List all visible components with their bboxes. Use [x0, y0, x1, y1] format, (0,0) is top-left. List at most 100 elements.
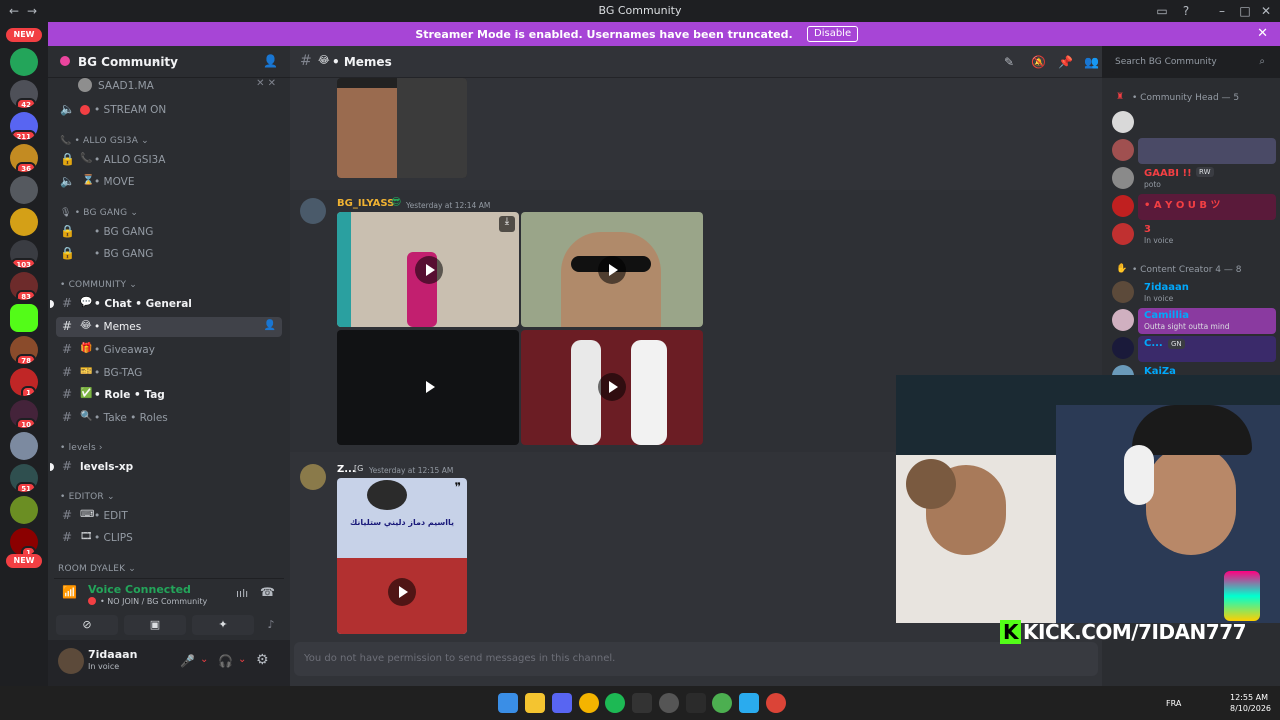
channel-allo[interactable]: 🔒 📞 • ALLO GSI3A	[56, 150, 282, 170]
guild-header[interactable]: BG Community ⌄ 👤	[48, 46, 290, 78]
channel-edit[interactable]: # ⌨ • EDIT	[56, 506, 282, 526]
channel-stream-on[interactable]: 🔈 • STREAM ON	[56, 100, 282, 120]
avatar[interactable]	[300, 198, 326, 224]
category-bggang[interactable]: 🎙 • BG GANG ⌄	[60, 208, 138, 218]
close-window-icon[interactable]: ✕	[1258, 3, 1274, 19]
play-icon[interactable]	[598, 256, 626, 284]
channel-levels-xp[interactable]: # levels-xp	[50, 457, 282, 477]
server-icon[interactable]	[10, 48, 38, 76]
server-icon[interactable]: 1	[10, 368, 38, 396]
category-community[interactable]: • COMMUNITY ⌄	[60, 280, 137, 290]
pin-icon[interactable]: 📌	[1058, 55, 1073, 69]
chrome-icon[interactable]	[579, 693, 599, 713]
channel-bggang-1[interactable]: 🔒 • BG GANG	[56, 222, 282, 242]
previous-meme-image[interactable]	[337, 78, 467, 178]
category-allo[interactable]: 📞 • ALLO GSI3A ⌄	[60, 136, 149, 146]
channel-take-roles[interactable]: # 🔍 • Take • Roles	[56, 408, 282, 428]
video-attachment[interactable]	[521, 330, 703, 445]
message-author[interactable]: Z...	[337, 464, 356, 475]
server-icon[interactable]: 83	[10, 272, 38, 300]
category-editor[interactable]: • EDITOR ⌄	[60, 492, 115, 502]
search-input[interactable]: Search BG Community ⌕	[1110, 52, 1270, 72]
channel-chat-general[interactable]: # 💬 • Chat • General	[50, 294, 282, 314]
channel-memes[interactable]: # 😂 • Memes 👤	[56, 317, 282, 337]
server-icon[interactable]: 36	[10, 144, 38, 172]
avatar[interactable]	[58, 648, 84, 674]
video-attachment[interactable]: يااسيم دماز دليني ستليانك ❞	[337, 478, 467, 634]
play-icon[interactable]	[415, 256, 443, 284]
discord-icon[interactable]	[552, 693, 572, 713]
kick-server-icon[interactable]	[10, 304, 38, 332]
server-icon[interactable]: 103	[10, 240, 38, 268]
video-attachment[interactable]: ⤓	[337, 212, 519, 327]
member-list-icon[interactable]: 👥	[1084, 55, 1099, 69]
member-item[interactable]: C... GN	[1112, 336, 1276, 362]
add-member-icon[interactable]: 👤	[264, 320, 276, 331]
start-icon[interactable]	[498, 693, 518, 713]
category-levels[interactable]: • levels ›	[60, 443, 103, 453]
soundboard-button[interactable]: ♪	[260, 615, 282, 635]
server-icon[interactable]: 211	[10, 112, 38, 140]
screen-share-button[interactable]: ▣	[124, 615, 186, 635]
clock-time[interactable]: 12:55 AM	[1230, 693, 1268, 702]
member-item[interactable]: 7idaaan In voice	[1112, 280, 1276, 306]
play-icon[interactable]	[598, 373, 626, 401]
category-room[interactable]: ROOM DYALEK ⌄	[58, 564, 136, 574]
new-pill-top[interactable]: NEW	[6, 28, 42, 42]
settings-gear-icon[interactable]: ⚙	[256, 652, 269, 668]
notification-bell-icon[interactable]: 🔕	[1031, 55, 1046, 69]
threads-icon[interactable]: ✎	[1004, 55, 1014, 69]
message-composer[interactable]: You do not have permission to send messa…	[294, 642, 1098, 676]
channel-bgtag[interactable]: # 🎫 • BG-TAG	[56, 363, 282, 383]
kick-app-icon[interactable]	[686, 693, 706, 713]
disconnect-icon[interactable]: ☎	[260, 585, 275, 599]
minimize-icon[interactable]: –	[1214, 3, 1230, 19]
member-item[interactable]	[1112, 138, 1276, 164]
server-icon[interactable]: 42	[10, 80, 38, 108]
app-icon[interactable]	[632, 693, 652, 713]
inbox-icon[interactable]: ▭	[1154, 3, 1170, 19]
server-icon[interactable]	[10, 432, 38, 460]
message-author[interactable]: BG_ILYASS	[337, 198, 394, 209]
play-icon[interactable]	[388, 578, 416, 606]
video-attachment[interactable]	[337, 330, 519, 445]
channel-bggang-2[interactable]: 🔒 • BG GANG	[56, 244, 282, 264]
spotify-icon[interactable]	[605, 693, 625, 713]
server-icon[interactable]: 1	[10, 528, 38, 556]
channel-move[interactable]: 🔈 ⌛ • MOVE	[56, 172, 282, 192]
play-icon[interactable]	[415, 373, 443, 401]
help-icon[interactable]: ?	[1178, 3, 1194, 19]
obs-icon[interactable]	[659, 693, 679, 713]
noise-suppression-icon[interactable]: ıılı	[236, 587, 248, 600]
chrome-icon[interactable]	[766, 693, 786, 713]
chrome-icon[interactable]	[712, 693, 732, 713]
telegram-icon[interactable]	[739, 693, 759, 713]
member-item[interactable]: GAABI !! RW poto	[1112, 166, 1276, 192]
member-item[interactable]: • A Y O U B ツ	[1112, 194, 1276, 220]
member-item[interactable]	[1112, 110, 1276, 136]
clock-date[interactable]: 8/10/2026	[1230, 704, 1271, 713]
close-banner-icon[interactable]: ✕	[1257, 26, 1268, 41]
file-explorer-icon[interactable]	[525, 693, 545, 713]
activities-button[interactable]: ✦	[192, 615, 254, 635]
voice-channel-sub[interactable]: • NO JOIN / BG Community	[100, 597, 207, 606]
chevron-down-icon[interactable]: ⌄	[200, 654, 208, 665]
server-icon-bg[interactable]	[10, 208, 38, 236]
voice-status[interactable]: Voice Connected	[88, 583, 191, 596]
server-icon[interactable]	[10, 496, 38, 524]
channel-clips[interactable]: # 🎞 • CLIPS	[56, 528, 282, 548]
channel-giveaway[interactable]: # 🎁 • Giveaway	[56, 340, 282, 360]
server-icon[interactable]	[10, 176, 38, 204]
deafen-icon[interactable]: 🎧	[218, 654, 233, 668]
server-icon[interactable]: 10	[10, 400, 38, 428]
camera-off-button[interactable]: ⊘	[56, 615, 118, 635]
channel-role-tag[interactable]: # ✅ • Role • Tag	[56, 385, 282, 405]
download-icon[interactable]: ⤓	[499, 216, 515, 232]
new-pill-bottom[interactable]: NEW	[6, 554, 42, 568]
maximize-icon[interactable]: □	[1237, 3, 1253, 19]
chevron-down-icon[interactable]: ⌄	[238, 654, 246, 665]
video-attachment[interactable]	[521, 212, 703, 327]
voice-user-saad[interactable]: SAAD1.MA ✕ ✕	[56, 76, 282, 96]
invite-icon[interactable]: 👤	[263, 54, 278, 68]
language-indicator[interactable]: FRA	[1166, 699, 1181, 708]
